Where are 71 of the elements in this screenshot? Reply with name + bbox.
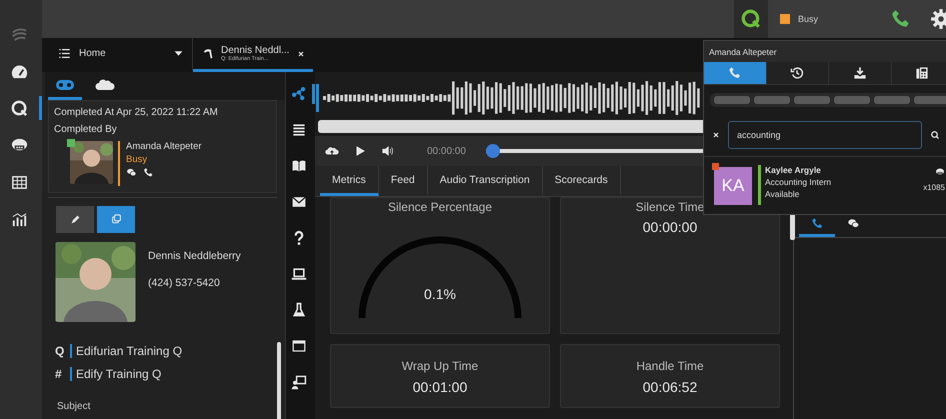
metric-title: Wrap Up Time (402, 359, 478, 373)
popup-tab[interactable] (829, 62, 892, 84)
popup-tab[interactable] (766, 62, 829, 84)
speaker-icon (381, 144, 395, 158)
popup-user: Amanda Altepeter (709, 46, 777, 56)
contact-title: Accounting Intern (765, 177, 832, 187)
queue-button[interactable] (734, 0, 768, 38)
queue-label: Edify Training Q (70, 367, 162, 381)
metric-title: Silence Time (636, 200, 704, 214)
popup-tab[interactable] (892, 62, 946, 84)
tab[interactable]: Scorecards (542, 166, 621, 196)
metric-value: 0.1% (424, 286, 456, 302)
phone-icon (728, 66, 742, 80)
search-icon (930, 130, 940, 140)
status-indicator (780, 14, 790, 24)
search-icon (740, 8, 762, 30)
flask-icon (291, 302, 307, 318)
phone-icon (810, 217, 824, 230)
laptop-icon (291, 266, 307, 282)
chat-icon (126, 167, 137, 178)
search-field[interactable]: accounting (728, 121, 922, 149)
contact-status: Available (765, 189, 800, 199)
clear-button[interactable] (712, 131, 720, 139)
scrollbar[interactable] (277, 342, 281, 419)
volume-button[interactable] (381, 144, 395, 158)
chat-icon (935, 167, 945, 177)
playback-time: 00:00:00 (427, 146, 466, 156)
completed-by-label: Completed By (54, 124, 118, 135)
list-icon (291, 122, 307, 138)
copy-icon (110, 213, 122, 226)
envelope-icon (291, 194, 307, 210)
metric-title: Silence Percentage (388, 200, 492, 214)
pencil-icon (68, 213, 82, 226)
queue-prefix: # (55, 367, 63, 381)
list-icon (58, 47, 71, 60)
tab[interactable]: Audio Transcription (428, 166, 543, 196)
status-label: Busy (798, 14, 818, 24)
tab[interactable]: Feed (378, 166, 428, 196)
window-icon (291, 338, 307, 354)
fax-icon (915, 66, 930, 80)
copy-button[interactable] (97, 206, 135, 233)
presence-indicator (712, 163, 719, 170)
seek-thumb[interactable] (486, 144, 500, 158)
queue-label: Edifurian Training Q (70, 344, 182, 358)
completed-at: Completed At Apr 25, 2022 11:22 AM (54, 107, 219, 118)
metric-title: Handle Time (636, 359, 704, 373)
search-icon (10, 98, 29, 118)
agent-name: Amanda Altepeter (126, 141, 202, 152)
contact-name: Dennis Neddleberry (148, 250, 241, 262)
call-icon (201, 46, 215, 60)
metric-value: 00:01:00 (412, 379, 468, 395)
close-icon (297, 50, 305, 58)
extension: x1085 (923, 183, 945, 192)
book-icon (291, 158, 307, 174)
phone-icon (143, 167, 154, 178)
chat-icon (846, 217, 860, 230)
agent-status: Busy (126, 154, 148, 165)
contact-phone: (424) 537-5420 (148, 277, 221, 289)
metric-value: 00:06:52 (642, 379, 698, 395)
edit-button[interactable] (56, 206, 94, 233)
metric-value: 00:00:00 (642, 219, 698, 235)
download-icon (852, 66, 867, 80)
avatar: KA (714, 167, 752, 205)
queue-prefix: Q (55, 344, 65, 358)
close-icon (712, 131, 720, 139)
contact-name: Kaylee Argyle (765, 165, 822, 175)
presence-indicator (67, 139, 75, 147)
presenter-icon (291, 374, 307, 390)
subject-label: Subject (56, 400, 92, 412)
history-icon (790, 66, 804, 80)
share-icon (291, 86, 307, 102)
